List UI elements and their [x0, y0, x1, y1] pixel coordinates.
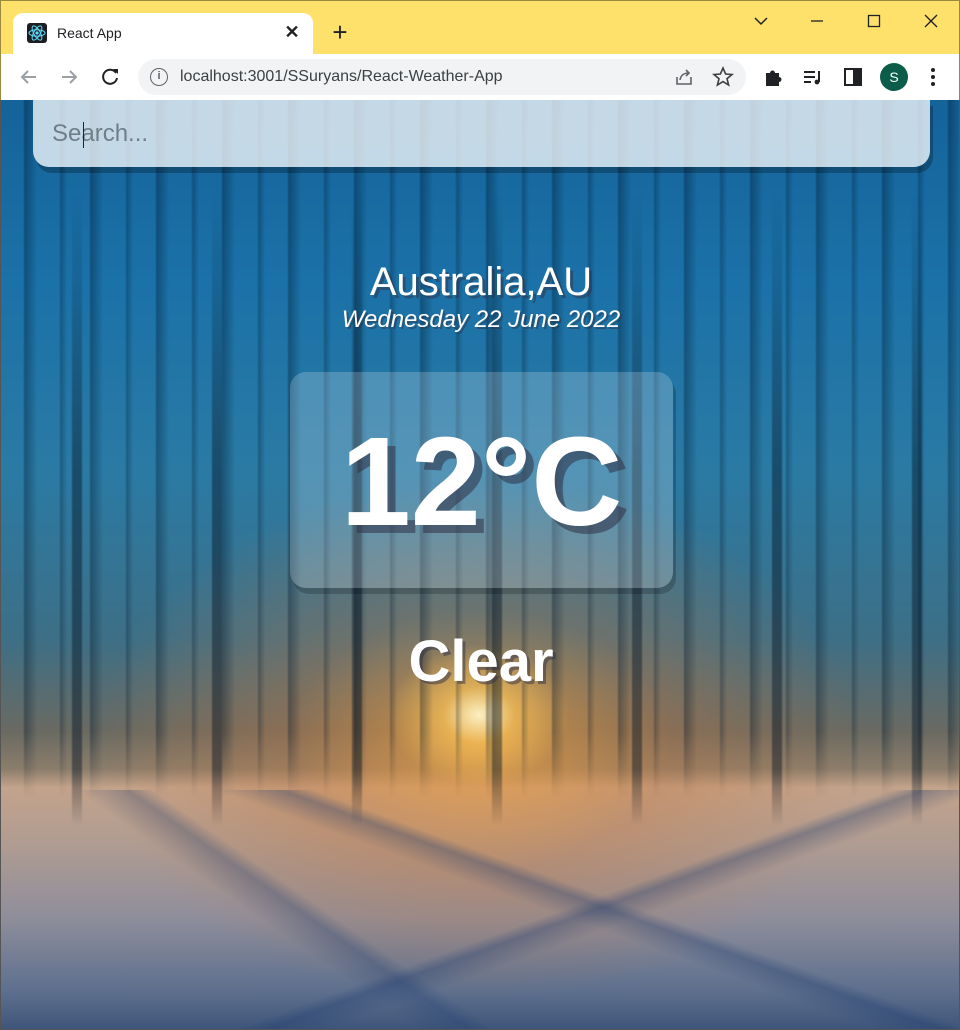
snow-shadows — [1, 790, 959, 1029]
browser-toolbar: i localhost:3001/SSuryans/React-Weather-… — [0, 54, 960, 100]
puzzle-icon[interactable] — [760, 64, 786, 90]
text-caret — [83, 122, 84, 148]
close-window-icon[interactable] — [917, 7, 945, 35]
info-icon[interactable]: i — [150, 68, 168, 86]
share-icon[interactable] — [672, 65, 696, 89]
side-panel-icon[interactable] — [840, 64, 866, 90]
tab-title: React App — [57, 25, 122, 41]
weather-condition: Clear — [408, 629, 554, 694]
current-date: Wednesday 22 June 2022 — [341, 306, 621, 333]
browser-titlebar: React App ✕ + — [0, 0, 960, 55]
weather-app-page: Australia,AU Wednesday 22 June 2022 12°C… — [0, 100, 960, 1030]
temperature-card: 12°C — [290, 372, 673, 588]
location-name: Australia,AU — [369, 260, 593, 304]
search-input[interactable] — [33, 100, 930, 167]
url-text[interactable]: localhost:3001/SSuryans/React-Weather-Ap… — [180, 68, 503, 86]
maximize-icon[interactable] — [860, 7, 888, 35]
minimize-icon[interactable] — [803, 7, 831, 35]
new-tab-button[interactable]: + — [327, 19, 353, 45]
search-bar[interactable] — [33, 100, 930, 167]
back-arrow-icon[interactable] — [15, 63, 43, 91]
react-logo-icon — [27, 23, 47, 43]
media-queue-icon[interactable] — [800, 64, 826, 90]
star-icon[interactable] — [711, 65, 735, 89]
kebab-menu-icon[interactable] — [920, 64, 946, 90]
temperature-value: 12°C — [340, 411, 623, 552]
reload-icon[interactable] — [96, 63, 124, 91]
address-bar[interactable]: i localhost:3001/SSuryans/React-Weather-… — [138, 59, 746, 95]
tab-close-icon[interactable]: ✕ — [281, 21, 303, 43]
forward-arrow-icon[interactable] — [55, 63, 83, 91]
profile-avatar[interactable]: S — [880, 63, 908, 91]
browser-tab[interactable]: React App ✕ — [13, 13, 313, 55]
tab-search-chevron-icon[interactable] — [747, 7, 775, 35]
